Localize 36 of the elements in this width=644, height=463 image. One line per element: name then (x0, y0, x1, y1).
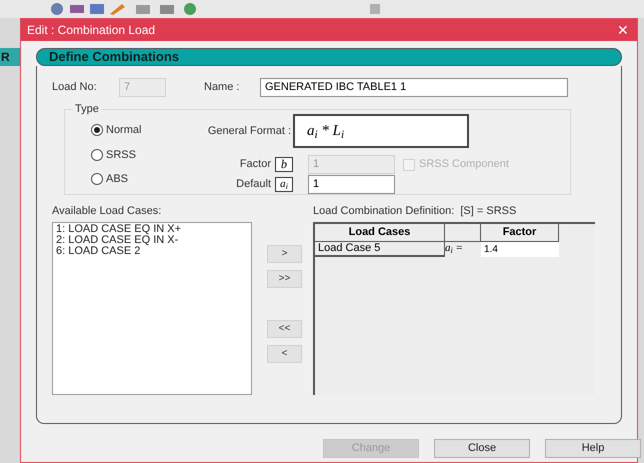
radio-option[interactable]: SRSS (91, 146, 185, 163)
default-field[interactable]: 1 (308, 175, 395, 194)
default-symbol: a$_{i}$ (275, 177, 293, 192)
list-item[interactable]: 2: LOAD CASE EQ IN X- (56, 234, 248, 246)
default-label: Default (235, 177, 271, 192)
window-title: Edit : Combination Load (27, 22, 156, 39)
transfer-button[interactable]: << (267, 320, 302, 338)
load-number-label: Load No: (52, 80, 98, 96)
table-cell[interactable]: 1.4 (481, 242, 559, 256)
table-cell: Load Case 5 (315, 242, 445, 256)
column-header: Load Cases (315, 224, 445, 242)
list-item[interactable]: 1: LOAD CASE EQ IN X+ (56, 224, 248, 234)
type-label: Type (73, 101, 101, 118)
radio-icon (91, 148, 103, 161)
list-item[interactable]: 6: LOAD CASE 2 (56, 246, 248, 256)
general-format-label: General Format : (206, 124, 292, 139)
formula-display: a$_{i}$ * L$_{i}$ (293, 114, 469, 148)
dialog-button[interactable]: Help (545, 439, 641, 458)
transfer-button[interactable]: > (267, 245, 302, 263)
name-label: Name : (204, 80, 240, 96)
section-header: Define Combinations (36, 48, 622, 66)
radio-icon (91, 173, 103, 186)
background-text-fragment: R (0, 49, 10, 66)
table-cell-text: a$_{i}$ = (445, 242, 464, 256)
radio-option[interactable]: ABS (91, 171, 185, 188)
available-load-cases-label: Available Load Cases: (52, 204, 162, 219)
factor-symbol: b (275, 157, 293, 172)
dialog-button[interactable]: Close (434, 439, 530, 458)
factor-label: Factor (238, 157, 271, 172)
close-button[interactable]: ✕ (617, 23, 631, 37)
transfer-button[interactable]: >> (267, 270, 302, 288)
transfer-button[interactable]: < (267, 345, 302, 363)
definition-label: Load Combination Definition: [S] = SRSS (313, 204, 518, 219)
name-field[interactable]: GENERATED IBC TABLE1 1 (260, 78, 568, 97)
radio-option[interactable]: Normal (91, 122, 185, 138)
radio-icon (91, 124, 103, 136)
